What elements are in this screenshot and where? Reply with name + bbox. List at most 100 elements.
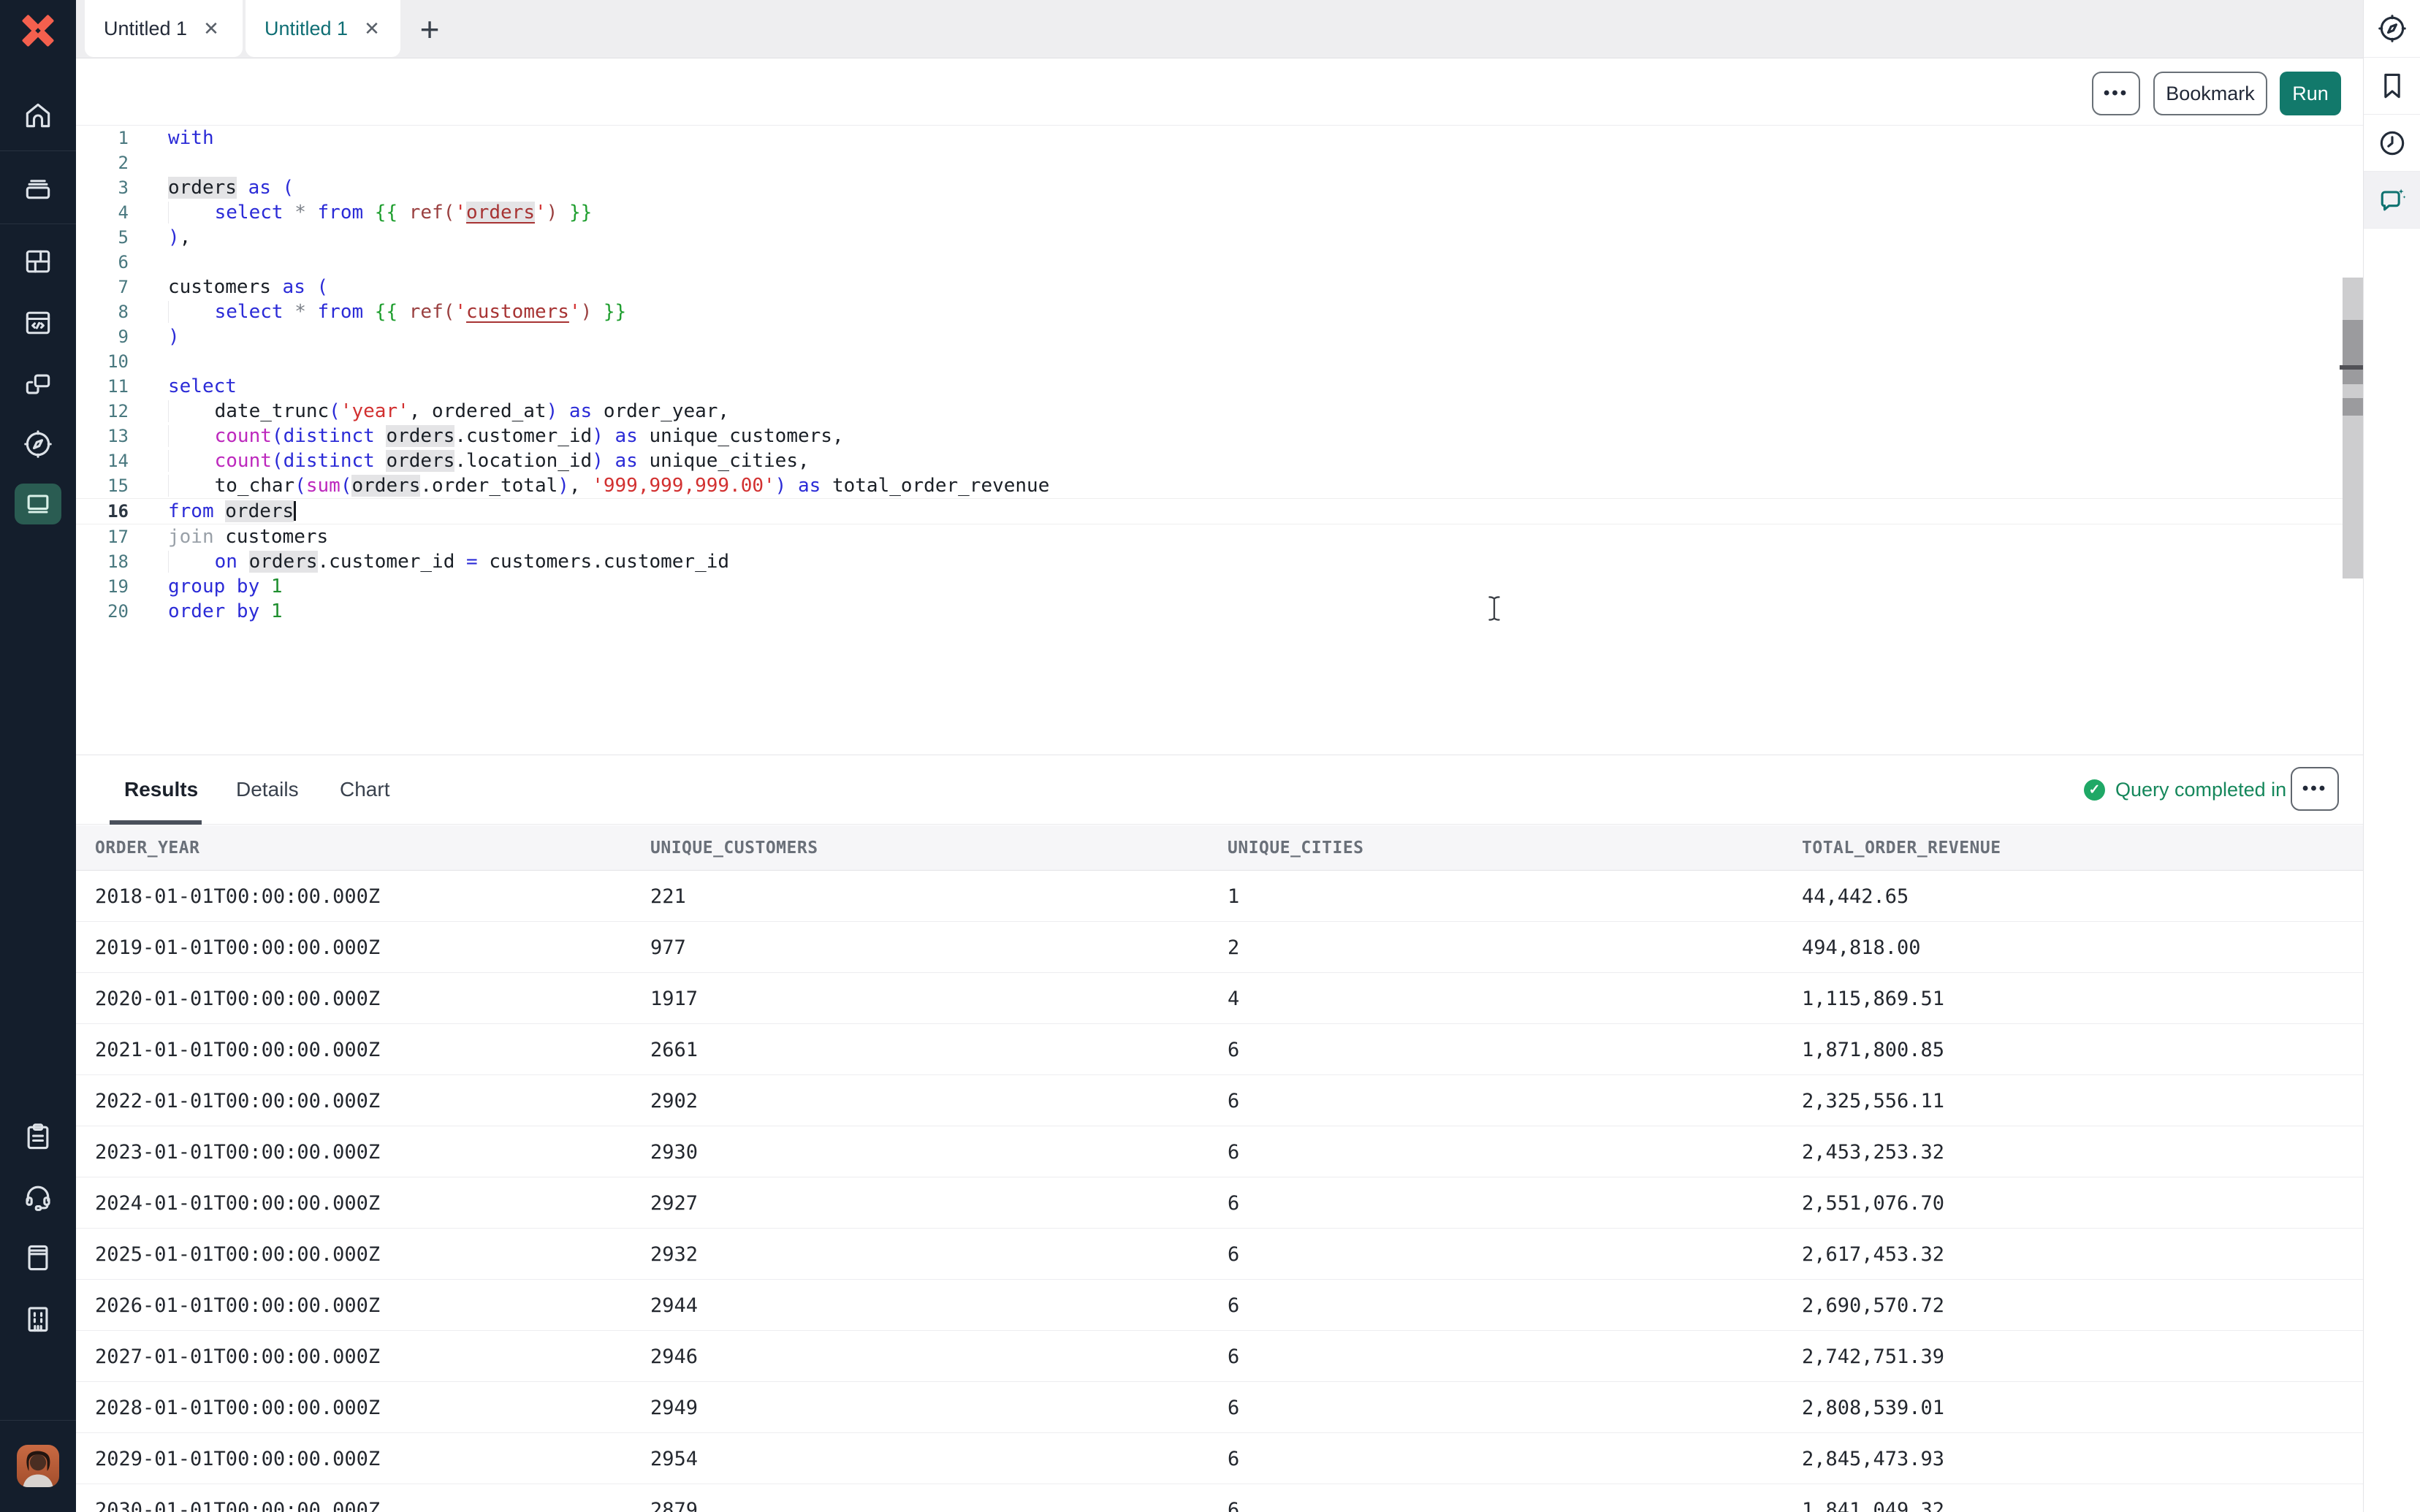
code-line-16[interactable]: 16from orders bbox=[76, 498, 2363, 524]
code-text: count(distinct orders.customer_id) as un… bbox=[136, 424, 844, 448]
code-line-14[interactable]: 14 count(distinct orders.location_id) as… bbox=[76, 448, 2363, 473]
clock-icon bbox=[2376, 127, 2408, 159]
table-cell: 2661 bbox=[650, 1024, 698, 1075]
line-number: 9 bbox=[76, 324, 136, 349]
table-cell: 2954 bbox=[650, 1433, 698, 1484]
laptop-icon bbox=[22, 488, 54, 520]
table-cell: 6 bbox=[1228, 1433, 1239, 1484]
tab-details[interactable]: Details bbox=[236, 755, 299, 824]
table-cell: 2 bbox=[1228, 922, 1239, 973]
run-button[interactable]: Run bbox=[2280, 72, 2341, 115]
editor-scrollbar-track[interactable] bbox=[2343, 278, 2363, 579]
table-cell: 6 bbox=[1228, 1484, 1239, 1512]
code-line-8[interactable]: 8 select * from {{ ref('customers') }} bbox=[76, 299, 2363, 324]
sidebar-item-workspace-active[interactable] bbox=[0, 481, 76, 527]
results-more-options-button[interactable]: ••• bbox=[2291, 767, 2339, 811]
new-tab-button[interactable]: + bbox=[406, 6, 453, 53]
editor-scrollbar-thumb[interactable] bbox=[2343, 320, 2363, 384]
code-line-18[interactable]: 18 on orders.customer_id = customers.cus… bbox=[76, 549, 2363, 574]
code-line-10[interactable]: 10 bbox=[76, 349, 2363, 374]
rail-item-ai-chat-active[interactable] bbox=[2364, 172, 2420, 229]
column-header-order-year[interactable]: ORDER_YEAR bbox=[95, 825, 199, 871]
user-avatar[interactable] bbox=[17, 1445, 59, 1487]
doc-tab-1[interactable]: Untitled 1 ✕ bbox=[85, 0, 243, 57]
code-line-4[interactable]: 4 select * from {{ ref('orders') }} bbox=[76, 200, 2363, 225]
line-number: 1 bbox=[76, 126, 136, 150]
sidebar-item-collections[interactable] bbox=[0, 164, 76, 210]
code-text: on orders.customer_id = customers.custom… bbox=[136, 549, 729, 574]
query-status-text: Query completed in 4s bbox=[2115, 779, 2313, 801]
sidebar-item-changelog[interactable] bbox=[0, 1113, 76, 1160]
rail-item-bookmarks[interactable] bbox=[2364, 58, 2420, 115]
code-line-13[interactable]: 13 count(distinct orders.customer_id) as… bbox=[76, 424, 2363, 448]
hex-logo[interactable] bbox=[16, 9, 60, 53]
rail-item-history[interactable] bbox=[2364, 115, 2420, 172]
code-line-6[interactable]: 6 bbox=[76, 250, 2363, 275]
sidebar-item-home[interactable] bbox=[0, 92, 76, 139]
results-table-header: ORDER_YEAR UNIQUE_CUSTOMERS UNIQUE_CITIE… bbox=[76, 825, 2363, 871]
avatar-photo bbox=[17, 1445, 59, 1487]
code-line-20[interactable]: 20order by 1 bbox=[76, 599, 2363, 624]
column-header-unique-cities[interactable]: UNIQUE_CITIES bbox=[1228, 825, 1364, 871]
table-cell: 977 bbox=[650, 922, 686, 973]
code-line-7[interactable]: 7customers as ( bbox=[76, 275, 2363, 299]
query-status: ✓ Query completed in 4s bbox=[2084, 767, 2313, 812]
table-cell: 6 bbox=[1228, 1280, 1239, 1331]
sidebar-item-organization[interactable] bbox=[0, 1296, 76, 1343]
code-line-9[interactable]: 9) bbox=[76, 324, 2363, 349]
code-line-15[interactable]: 15 to_char(sum(orders.order_total), '999… bbox=[76, 473, 2363, 498]
code-text: select * from {{ ref('orders') }} bbox=[136, 200, 592, 225]
code-line-17[interactable]: 17join customers bbox=[76, 524, 2363, 549]
table-row: 2028-01-01T00:00:00.000Z294962,808,539.0… bbox=[76, 1382, 2363, 1433]
code-line-1[interactable]: 1with bbox=[76, 126, 2363, 150]
tab-results[interactable]: Results bbox=[124, 755, 198, 824]
tab-chart[interactable]: Chart bbox=[340, 755, 389, 824]
code-line-12[interactable]: 12 date_trunc('year', ordered_at) as ord… bbox=[76, 399, 2363, 424]
sidebar-item-docs[interactable] bbox=[0, 1234, 76, 1281]
table-cell: 6 bbox=[1228, 1382, 1239, 1433]
line-number: 8 bbox=[76, 299, 136, 324]
code-line-5[interactable]: 5), bbox=[76, 225, 2363, 250]
building-icon bbox=[22, 1303, 54, 1335]
home-icon bbox=[22, 99, 54, 131]
success-check-icon: ✓ bbox=[2084, 779, 2105, 801]
close-icon[interactable]: ✕ bbox=[203, 19, 219, 38]
table-cell: 2018-01-01T00:00:00.000Z bbox=[95, 871, 380, 922]
sidebar-item-code-apps[interactable] bbox=[0, 299, 76, 346]
sidebar-item-explore[interactable] bbox=[0, 421, 76, 467]
code-text bbox=[136, 349, 168, 374]
table-cell: 2902 bbox=[650, 1075, 698, 1126]
close-icon[interactable]: ✕ bbox=[364, 19, 380, 38]
doc-tab-2-active[interactable]: Untitled 1 ✕ bbox=[246, 0, 400, 57]
column-header-unique-customers[interactable]: UNIQUE_CUSTOMERS bbox=[650, 825, 818, 871]
code-line-3[interactable]: 3orders as ( bbox=[76, 175, 2363, 200]
clipboard-icon bbox=[22, 1120, 54, 1153]
line-number: 17 bbox=[76, 524, 136, 549]
more-options-button[interactable]: ••• bbox=[2092, 72, 2140, 115]
main-area: Untitled 1 ✕ Untitled 1 ✕ + ••• Bookmark… bbox=[76, 0, 2363, 1512]
bookmark-button[interactable]: Bookmark bbox=[2153, 72, 2267, 115]
table-cell: 2019-01-01T00:00:00.000Z bbox=[95, 922, 380, 973]
table-row: 2019-01-01T00:00:00.000Z9772494,818.00 bbox=[76, 922, 2363, 973]
table-row: 2020-01-01T00:00:00.000Z191741,115,869.5… bbox=[76, 973, 2363, 1024]
column-header-total-order-revenue[interactable]: TOTAL_ORDER_REVENUE bbox=[1802, 825, 2001, 871]
sidebar-item-components[interactable] bbox=[0, 361, 76, 408]
code-line-11[interactable]: 11select bbox=[76, 374, 2363, 399]
line-number: 13 bbox=[76, 424, 136, 448]
table-cell: 1 bbox=[1228, 871, 1239, 922]
sidebar-item-support[interactable] bbox=[0, 1173, 76, 1220]
left-sidebar bbox=[0, 0, 76, 1512]
sql-editor[interactable]: 1with23orders as (4 select * from {{ ref… bbox=[76, 125, 2363, 754]
code-line-19[interactable]: 19group by 1 bbox=[76, 574, 2363, 599]
bookmark-icon bbox=[2376, 70, 2408, 102]
code-text: select bbox=[136, 374, 237, 399]
table-cell: 2,551,076.70 bbox=[1802, 1177, 1944, 1229]
table-cell: 2,453,253.32 bbox=[1802, 1126, 1944, 1177]
rail-item-explore[interactable] bbox=[2364, 0, 2420, 57]
table-row: 2026-01-01T00:00:00.000Z294462,690,570.7… bbox=[76, 1280, 2363, 1331]
table-cell: 2930 bbox=[650, 1126, 698, 1177]
rail-divider bbox=[2364, 228, 2420, 229]
tray-stack-icon bbox=[22, 171, 54, 203]
sidebar-item-projects[interactable] bbox=[0, 238, 76, 285]
code-line-2[interactable]: 2 bbox=[76, 150, 2363, 175]
